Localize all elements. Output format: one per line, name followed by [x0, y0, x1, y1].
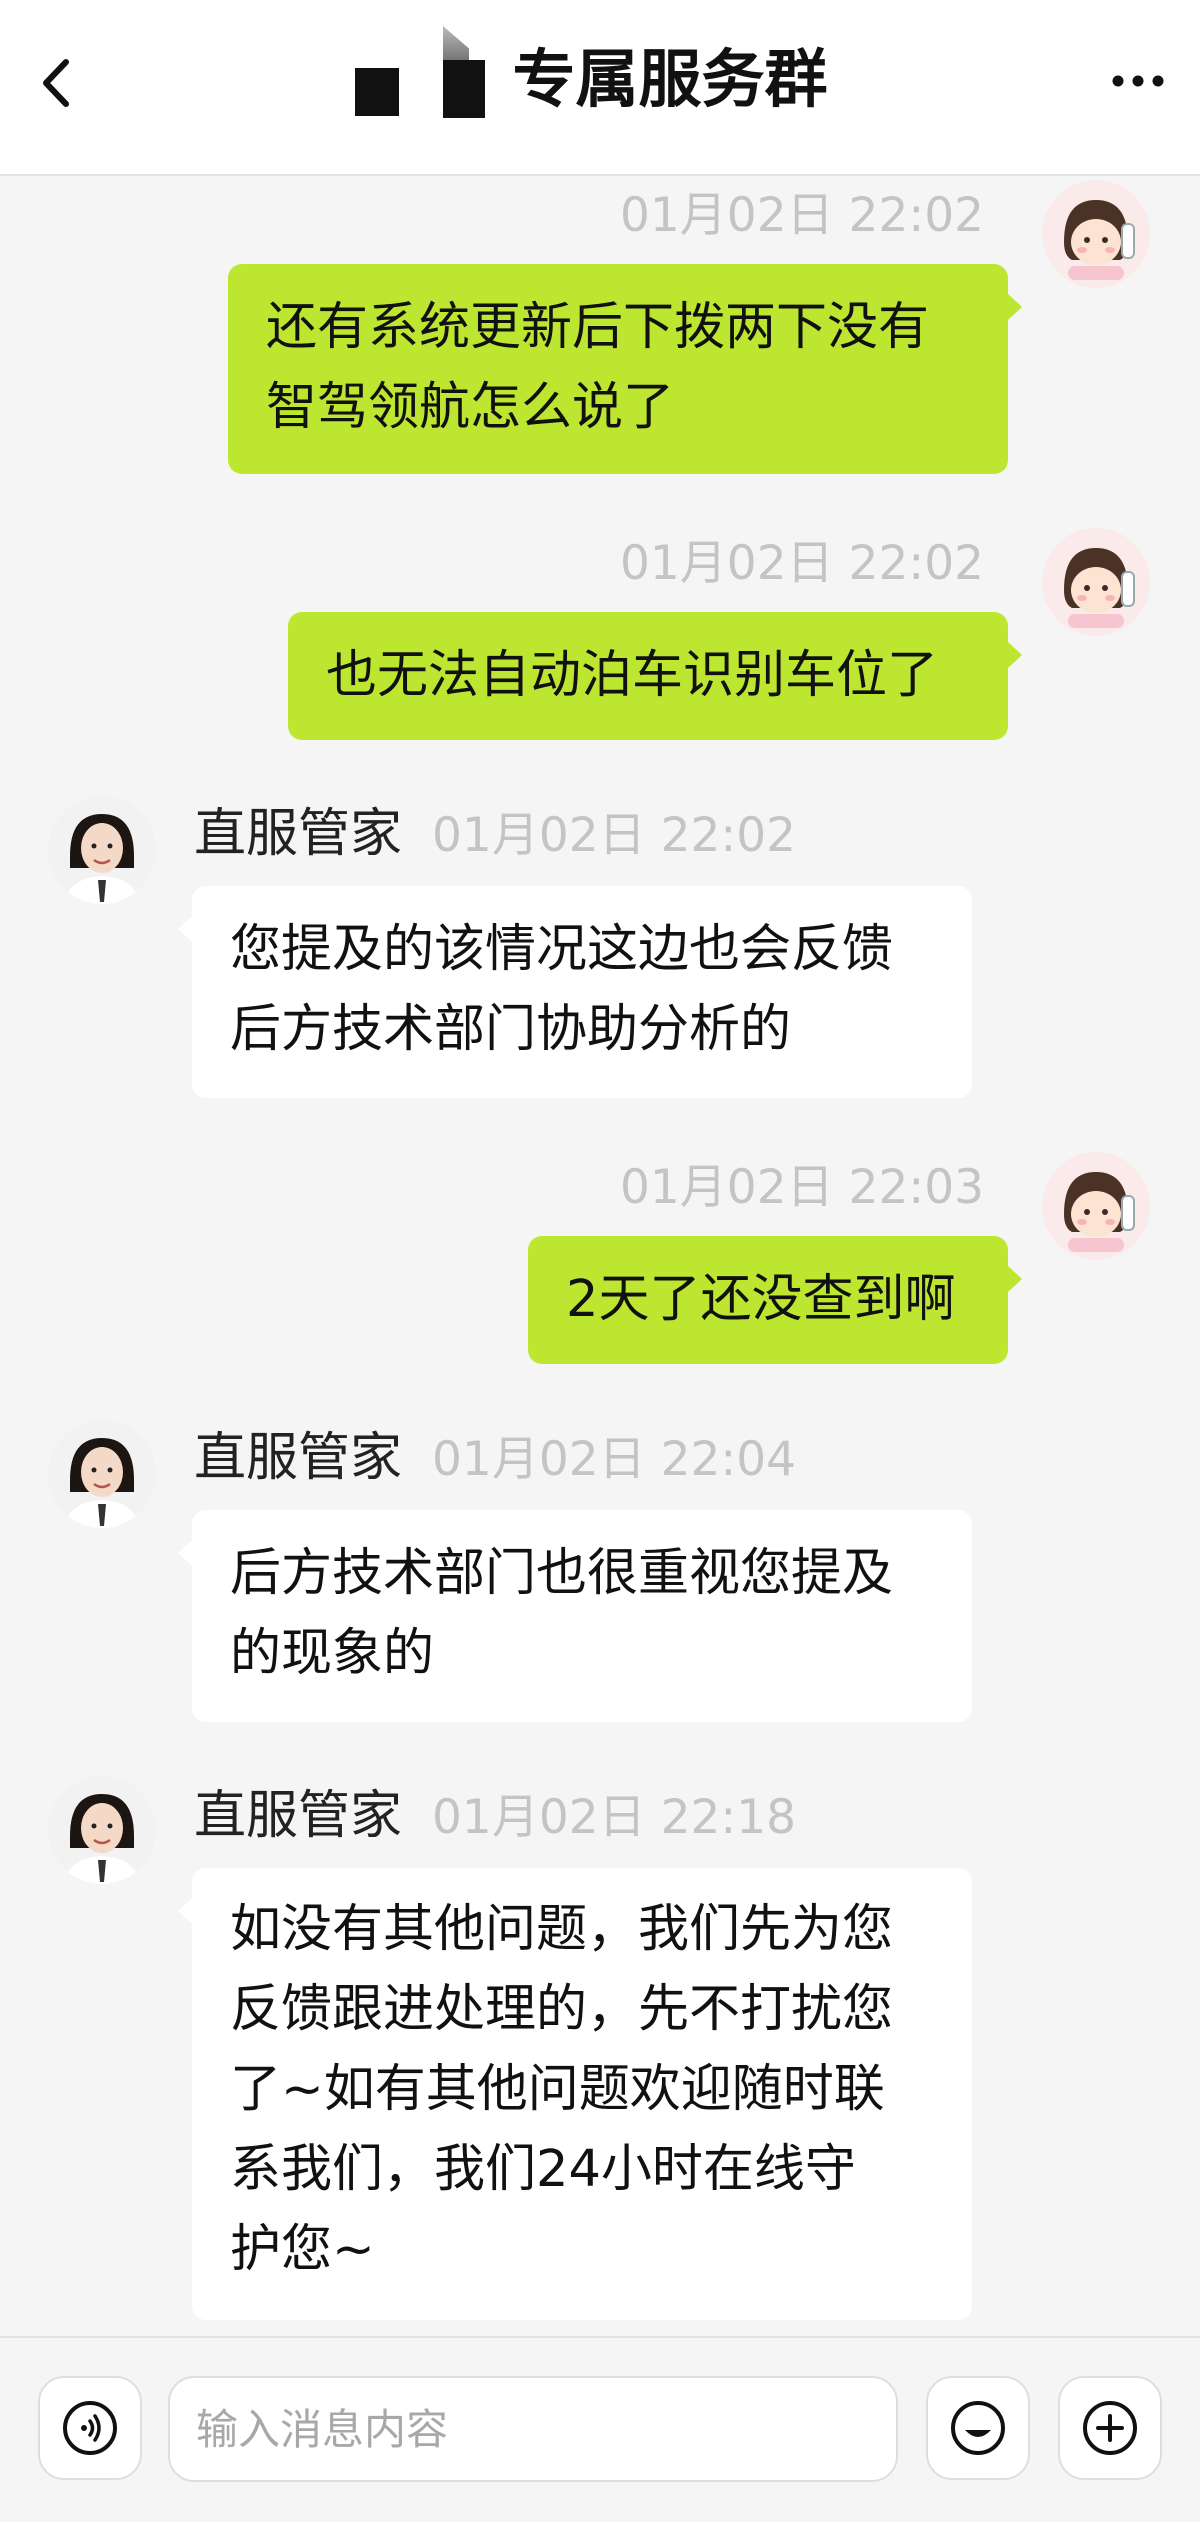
user-avatar[interactable] — [1042, 1152, 1150, 1260]
bubble-tail — [178, 1898, 192, 1924]
message-text-line: 反馈跟进处理的，先不打扰您 — [230, 1980, 894, 2039]
emoji-button[interactable] — [926, 2376, 1030, 2480]
message-text-line: 如没有其他问题，我们先为您 — [230, 1900, 894, 1959]
bubble-tail — [178, 1540, 192, 1566]
voice-icon — [63, 2401, 117, 2455]
bubble-tail — [1008, 1266, 1022, 1292]
agent-avatar[interactable] — [48, 796, 156, 904]
message-timestamp: 01月02日 22:02 — [620, 536, 984, 591]
message-text-line: 后方技术部门也很重视您提及 — [230, 1544, 894, 1603]
message-header: 直服管家 01月02日 22:04 — [194, 1428, 796, 1490]
agent-avatar[interactable] — [48, 1420, 156, 1528]
message-text-line: 2天了还没查到啊 — [566, 1270, 956, 1329]
message-bubble-outgoing[interactable]: 还有系统更新后下拨两下没有 智驾领航怎么说了 — [228, 264, 1022, 474]
message-bubble-incoming[interactable]: 您提及的该情况这边也会反馈 后方技术部门协助分析的 — [178, 886, 972, 1098]
message-text-line: 智驾领航怎么说了 — [266, 378, 675, 437]
message-timestamp: 01月02日 22:18 — [432, 1790, 797, 1845]
message-timestamp: 01月02日 22:03 — [620, 1160, 984, 1215]
user-avatar[interactable] — [1042, 180, 1150, 288]
message-text-line: 后方技术部门协助分析的 — [230, 1000, 792, 1059]
message-timestamp: 01月02日 22:02 — [620, 188, 984, 243]
message-header: 直服管家 01月02日 22:02 — [194, 804, 796, 866]
message-text-line: 系我们，我们24小时在线守 — [230, 2140, 856, 2199]
message-text-line: 了~如有其他问题欢迎随时联 — [230, 2060, 885, 2119]
sender-name: 直服管家 — [194, 1786, 403, 1846]
redaction-block — [355, 68, 399, 116]
message-bubble-incoming[interactable]: 后方技术部门也很重视您提及 的现象的 — [178, 1510, 972, 1722]
chat-title: 专属服务群 — [512, 43, 828, 116]
bubble-tail — [1008, 642, 1022, 668]
message-text-line: 也无法自动泊车识别车位了 — [326, 646, 939, 705]
sender-name: 直服管家 — [194, 804, 403, 864]
add-button[interactable] — [1058, 2376, 1162, 2480]
more-dots-icon[interactable] — [1110, 66, 1166, 96]
message-text-line: 护您~ — [230, 2220, 375, 2279]
emoji-icon — [951, 2401, 1005, 2455]
message-text-line: 您提及的该情况这边也会反馈 — [230, 920, 894, 979]
bubble-tail — [178, 916, 192, 942]
bubble-tail — [1008, 294, 1022, 320]
redaction-block — [443, 60, 485, 118]
message-text-line: 还有系统更新后下拨两下没有 — [266, 298, 930, 357]
message-timestamp: 01月02日 22:02 — [432, 808, 797, 863]
message-input[interactable] — [168, 2376, 898, 2482]
agent-avatar[interactable] — [48, 1776, 156, 1884]
user-avatar[interactable] — [1042, 528, 1150, 636]
message-header: 直服管家 01月02日 22:18 — [194, 1786, 796, 1848]
message-text-line: 的现象的 — [230, 1624, 435, 1683]
message-bubble-incoming[interactable]: 如没有其他问题，我们先为您 反馈跟进处理的，先不打扰您 了~如有其他问题欢迎随时… — [178, 1868, 972, 2320]
sender-name: 直服管家 — [194, 1428, 403, 1488]
voice-button[interactable] — [38, 2376, 142, 2480]
message-bubble-outgoing[interactable]: 2天了还没查到啊 — [528, 1236, 1022, 1364]
message-timestamp: 01月02日 22:04 — [432, 1432, 797, 1487]
message-bubble-outgoing[interactable]: 也无法自动泊车识别车位了 — [288, 612, 1022, 740]
plus-circle-icon — [1083, 2401, 1137, 2455]
